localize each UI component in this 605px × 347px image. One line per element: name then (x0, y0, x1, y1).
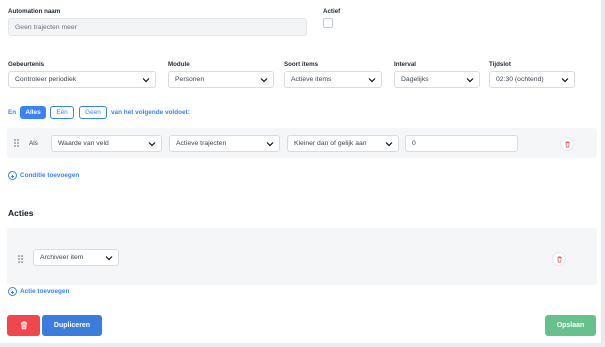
mode-all-button[interactable]: Alles (20, 106, 46, 119)
add-condition-label: Conditie toevoegen (20, 172, 80, 179)
condition-field-type-value: Waarde van veld (58, 140, 109, 147)
window-edge (601, 0, 605, 347)
add-action-label: Actie toevoegen (20, 288, 70, 295)
condition-field-select[interactable]: Actieve trajecten (169, 135, 280, 152)
drag-handle-icon[interactable] (18, 255, 23, 263)
interval-select[interactable]: Dagelijks (394, 71, 480, 88)
delete-automation-button[interactable] (7, 315, 40, 336)
trash-icon (556, 250, 563, 268)
chevron-down-icon (266, 141, 274, 147)
plus-circle-icon (8, 171, 17, 180)
condition-operator-value: Kleiner dan of gelijk aan (294, 140, 367, 147)
chevron-down-icon (105, 255, 113, 261)
condition-suffix: van het volgende voldoet: (111, 109, 190, 116)
trash-icon (564, 135, 571, 153)
event-select-value: Controleer periodiek (15, 76, 77, 83)
delete-condition-button[interactable] (560, 137, 574, 151)
condition-if-label: Als (29, 140, 38, 147)
automation-name-input[interactable]: Geen trajecten meer (8, 18, 307, 36)
items-type-select[interactable]: Actieve items (284, 71, 382, 88)
event-label: Gebeurtenis (8, 61, 45, 68)
timeslot-select[interactable]: 02:30 (ochtend) (489, 71, 575, 88)
active-checkbox[interactable] (323, 18, 333, 28)
items-type-select-value: Actieve items (291, 76, 332, 83)
active-label: Actief (323, 8, 341, 15)
add-condition-link[interactable]: Conditie toevoegen (8, 171, 79, 180)
chevron-down-icon (142, 77, 150, 83)
condition-prefix: En (8, 109, 17, 116)
interval-select-value: Dagelijks (401, 76, 429, 83)
chevron-down-icon (148, 141, 156, 147)
module-select-value: Personen (175, 76, 205, 83)
event-select[interactable]: Controleer periodiek (8, 71, 156, 88)
chevron-down-icon (561, 77, 569, 83)
chevron-down-icon (466, 77, 474, 83)
action-type-value: Archiveer item (40, 254, 84, 261)
condition-field-value: Actieve trajecten (176, 140, 227, 147)
automation-name-label: Automation naam (8, 8, 61, 15)
timeslot-label: Tijdslot (489, 61, 511, 68)
items-type-label: Soort items (284, 61, 319, 68)
add-action-link[interactable]: Actie toevoegen (8, 287, 69, 296)
plus-circle-icon (8, 287, 17, 296)
timeslot-select-value: 02:30 (ochtend) (496, 76, 544, 83)
delete-action-button[interactable] (552, 252, 566, 266)
actions-title: Acties (8, 208, 34, 218)
chevron-down-icon (260, 77, 268, 83)
drag-handle-icon[interactable] (14, 139, 19, 147)
chevron-down-icon (385, 141, 393, 147)
window-bottom-edge (0, 343, 605, 347)
mode-none-button[interactable]: Geen (79, 106, 107, 119)
save-button[interactable]: Opslaan (545, 315, 596, 336)
condition-field-type-select[interactable]: Waarde van veld (51, 135, 162, 152)
chevron-down-icon (368, 77, 376, 83)
trash-icon (19, 320, 29, 332)
condition-operator-select[interactable]: Kleiner dan of gelijk aan (287, 135, 399, 152)
module-label: Module (168, 61, 190, 68)
action-type-select[interactable]: Archiveer item (33, 249, 119, 266)
mode-one-button[interactable]: Eén (50, 106, 74, 119)
module-select[interactable]: Personen (168, 71, 274, 88)
condition-value-input[interactable]: 0 (405, 135, 518, 152)
interval-label: Interval (394, 61, 417, 68)
duplicate-button[interactable]: Dupliceren (42, 315, 102, 336)
